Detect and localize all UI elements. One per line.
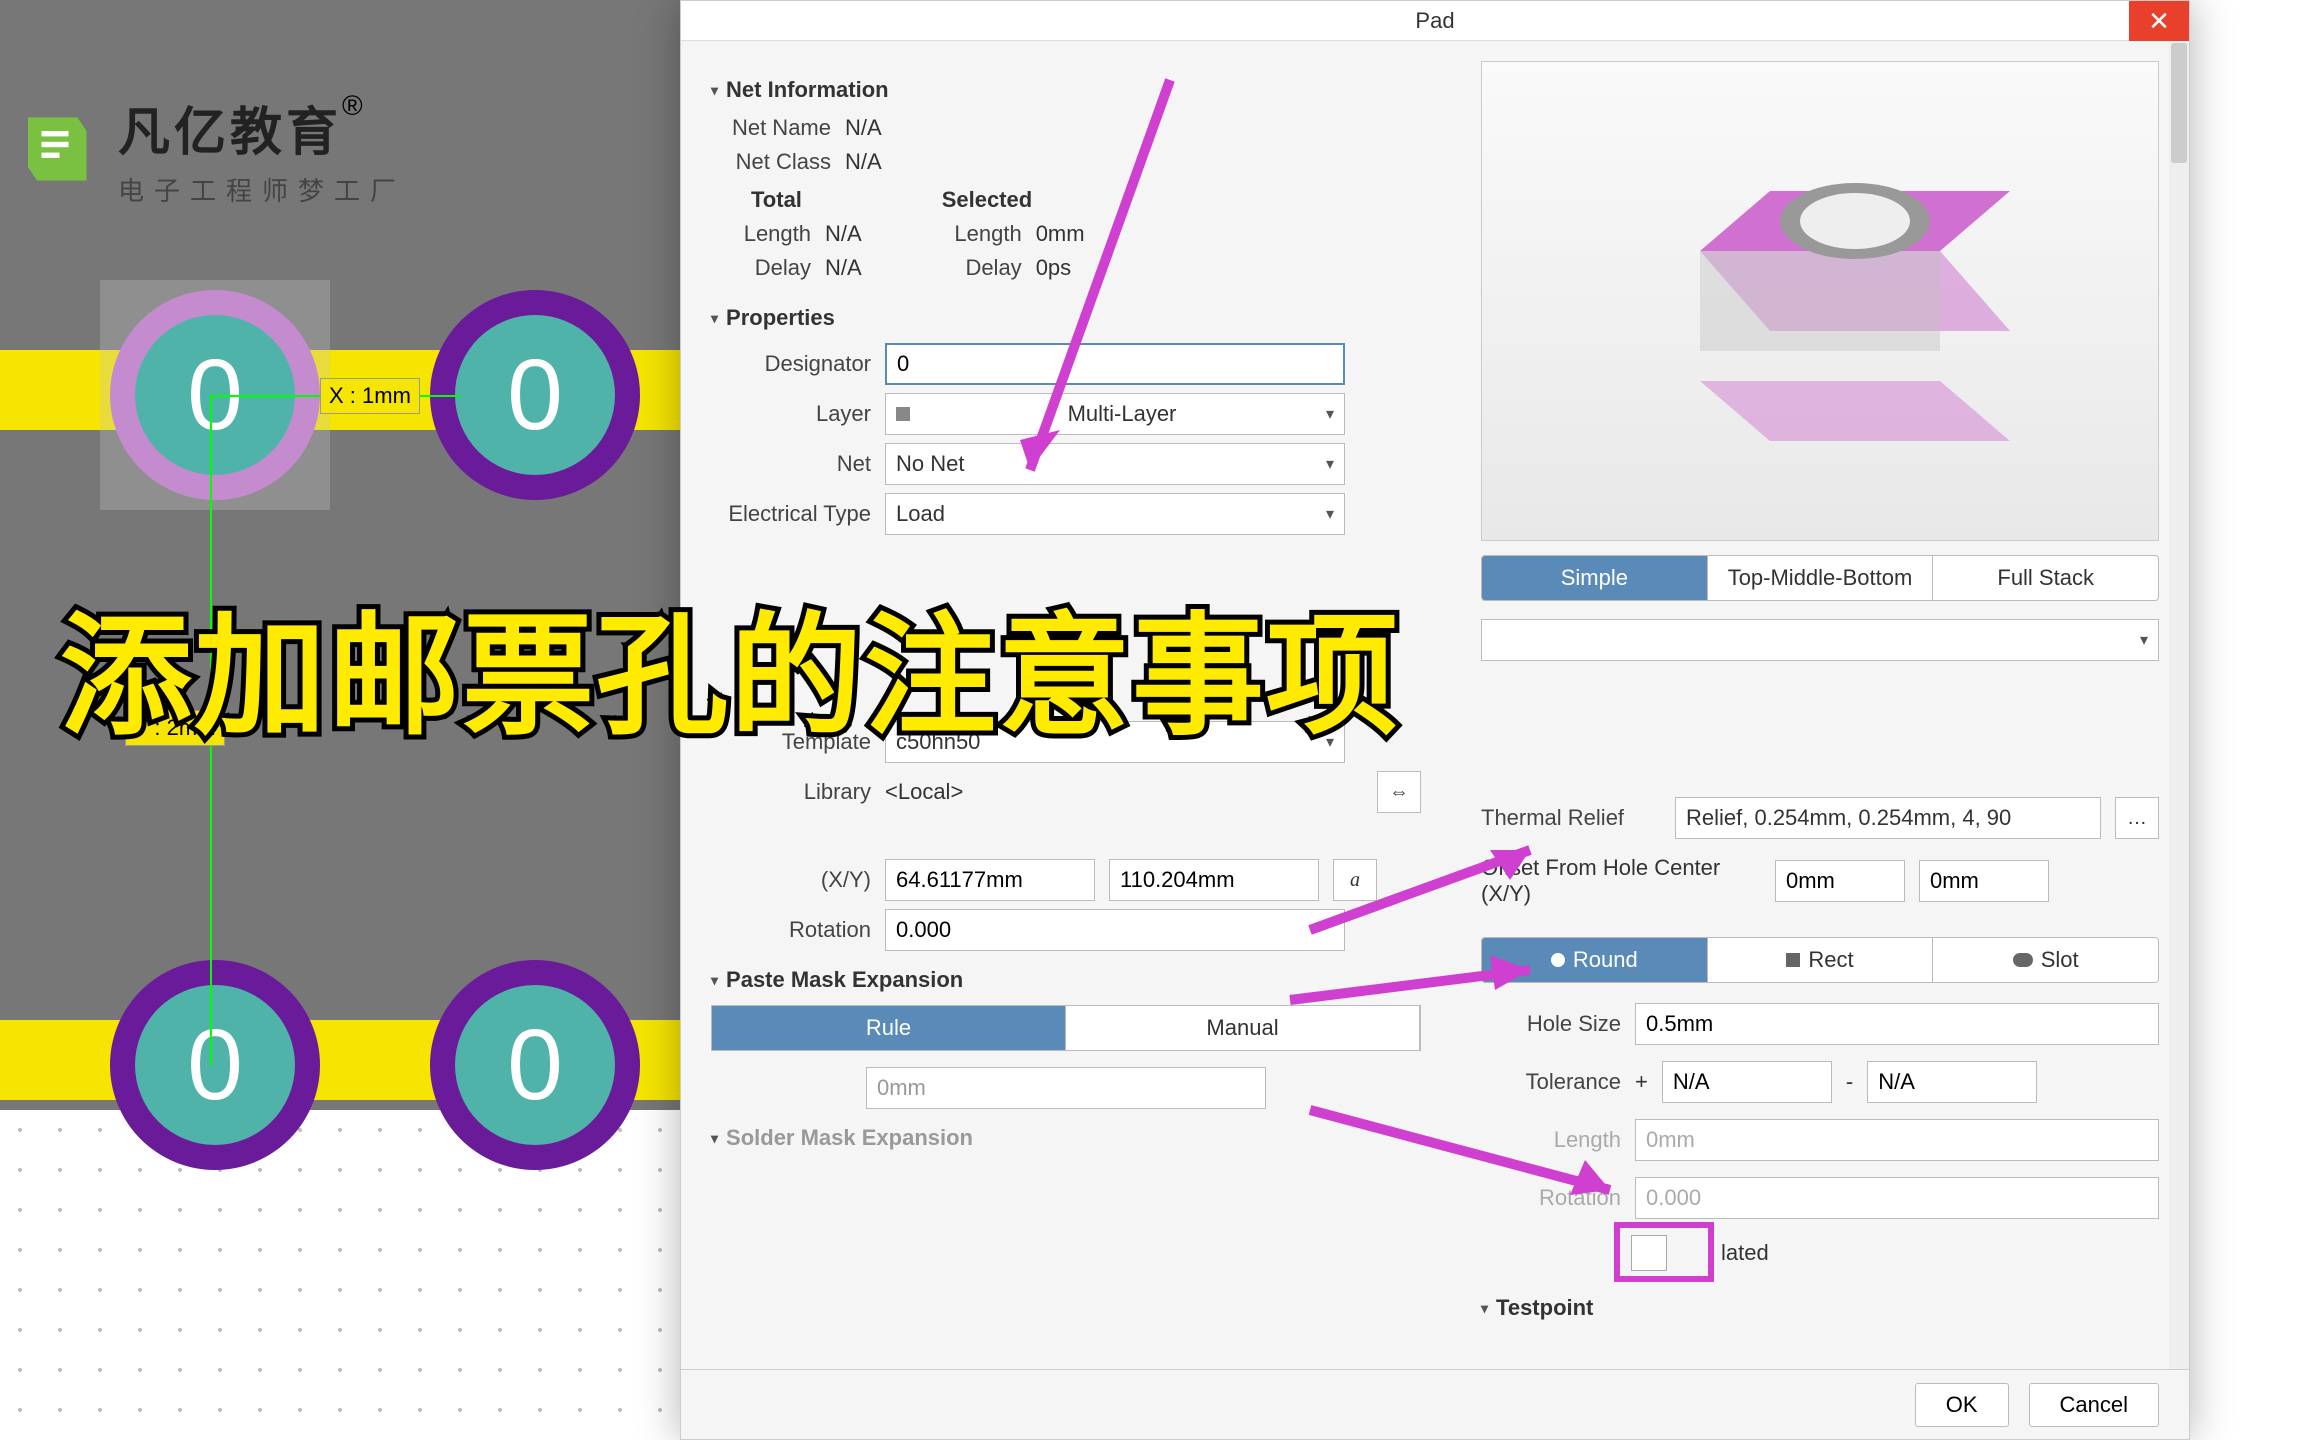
annotation-arrow-3	[1280, 940, 1560, 1020]
slot-tab[interactable]: Slot	[1933, 938, 2158, 982]
y-input[interactable]	[1109, 859, 1319, 901]
library-link-button[interactable]: ⇔	[1377, 771, 1421, 813]
offset-y-input[interactable]	[1919, 860, 2049, 902]
dialog-title: Pad	[1415, 8, 1454, 34]
simple-tab[interactable]: Simple	[1482, 556, 1708, 600]
x-input[interactable]	[885, 859, 1095, 901]
highlight-box	[1614, 1222, 1714, 1282]
tmb-tab[interactable]: Top-Middle-Bottom	[1708, 556, 1934, 600]
rect-tab[interactable]: Rect	[1708, 938, 1934, 982]
hole-rotation-input	[1635, 1177, 2159, 1219]
thermal-relief-value: Relief, 0.254mm, 0.254mm, 4, 90	[1675, 797, 2101, 839]
ruler-x-label: X : 1mm	[320, 378, 420, 414]
etype-select[interactable]: Load	[885, 493, 1345, 535]
ok-button[interactable]: OK	[1915, 1383, 2009, 1427]
dialog-titlebar: Pad ✕	[681, 1, 2189, 41]
dialog-footer: OK Cancel	[681, 1369, 2189, 1439]
pad-hole: 0	[135, 985, 295, 1145]
section-testpoint[interactable]: Testpoint	[1481, 1295, 2159, 1321]
rotation-input[interactable]	[885, 909, 1345, 951]
stack-tabs: Simple Top-Middle-Bottom Full Stack	[1481, 555, 2159, 601]
hole-size-input[interactable]	[1635, 1003, 2159, 1045]
pad-hole: 0	[455, 985, 615, 1145]
overlay-title: 添加邮票孔的注意事项	[60, 570, 1400, 761]
pad-3d-preview[interactable]	[1481, 61, 2159, 541]
thermal-edit-button[interactable]: …	[2115, 797, 2159, 839]
fullstack-tab[interactable]: Full Stack	[1933, 556, 2158, 600]
pad-hole: 0	[455, 315, 615, 475]
shape-select[interactable]	[1481, 619, 2159, 661]
cancel-button[interactable]: Cancel	[2029, 1383, 2159, 1427]
tol-minus-input[interactable]	[1867, 1061, 2037, 1103]
annotation-arrow-2	[1300, 820, 1560, 940]
offset-x-input[interactable]	[1775, 860, 1905, 902]
logo-icon	[10, 104, 100, 194]
pad-3d-icon	[1610, 131, 2030, 471]
tol-plus-input[interactable]	[1662, 1061, 1832, 1103]
paste-mask-value[interactable]	[866, 1067, 1266, 1109]
annotation-arrow-1	[990, 70, 1190, 490]
rule-tab[interactable]: Rule	[712, 1006, 1066, 1050]
plated-label: lated	[1721, 1240, 1769, 1266]
plated-checkbox[interactable]	[1631, 1235, 1667, 1271]
brand-logo: 凡亿教育® 电子工程师梦工厂	[10, 90, 406, 208]
annotation-arrow-4	[1300, 1090, 1640, 1210]
scrollbar[interactable]	[2169, 41, 2189, 1369]
close-button[interactable]: ✕	[2129, 1, 2189, 41]
hole-shape-tabs: Round Rect Slot	[1481, 937, 2159, 983]
hole-length-input	[1635, 1119, 2159, 1161]
